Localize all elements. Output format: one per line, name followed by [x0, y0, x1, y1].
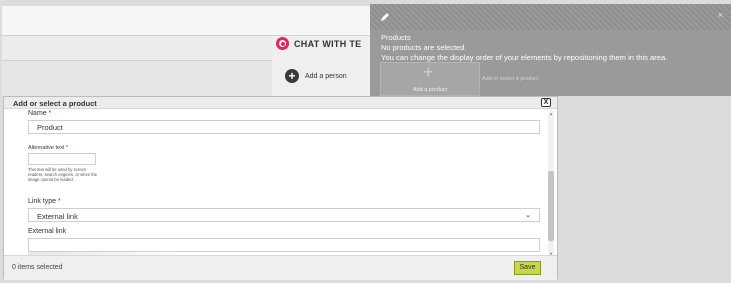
chat-header[interactable]: CHAT WITH TE: [276, 37, 361, 50]
add-or-select-link[interactable]: Add or select a product: [482, 76, 539, 82]
reorder-hint: You can change the display order of your…: [381, 53, 668, 62]
name-label-text: Name: [28, 110, 47, 117]
chevron-down-icon: ⌄: [525, 212, 531, 219]
required-marker: *: [48, 110, 52, 117]
required-marker: *: [65, 145, 69, 151]
product-dialog: Add or select a product X Name * Alterna…: [3, 96, 558, 280]
background-panel: [2, 60, 272, 96]
alt-text-label: Alternative text *: [28, 145, 68, 151]
background-topbar: [2, 6, 380, 36]
add-person-label: Add a person: [305, 72, 347, 80]
add-product-tile[interactable]: + Add a product: [380, 62, 480, 96]
link-type-label-text: Link type: [28, 198, 57, 205]
plus-icon: +: [423, 62, 434, 82]
add-product-label: Add a product: [412, 87, 448, 93]
required-marker: *: [57, 198, 61, 205]
chat-icon: [276, 37, 289, 50]
alt-label-text: Alternative text: [28, 145, 65, 151]
dialog-body: Name * Alternative text * This text will…: [4, 109, 549, 255]
products-heading: Products: [381, 33, 411, 42]
link-type-value: External link: [37, 212, 78, 221]
alt-text-help: This text will be used by screen readers…: [28, 167, 98, 182]
dialog-scrollbar[interactable]: ▲ ▼: [548, 111, 554, 256]
external-link-label: External link: [28, 228, 67, 235]
chat-title: CHAT WITH TE: [294, 38, 362, 49]
alt-text-input[interactable]: [28, 153, 96, 165]
products-panel: × Products No products are selected. You…: [370, 4, 731, 96]
dialog-close-button[interactable]: X: [541, 98, 551, 107]
name-field-label: Name *: [28, 110, 51, 117]
add-person-icon: +: [285, 69, 299, 83]
save-button[interactable]: Save: [514, 261, 541, 275]
link-type-select[interactable]: External link ⌄: [28, 208, 540, 222]
scroll-thumb[interactable]: [548, 171, 554, 241]
dialog-header: Add or select a product X: [4, 97, 557, 109]
items-selected-count: 0 items selected: [12, 264, 63, 271]
products-panel-header: ×: [370, 4, 731, 30]
add-person-button[interactable]: + Add a person: [285, 69, 347, 83]
no-products-text: No products are selected.: [381, 43, 467, 52]
scroll-up-icon[interactable]: ▲: [548, 111, 554, 116]
name-input[interactable]: [28, 120, 540, 134]
pencil-icon[interactable]: [380, 12, 390, 22]
link-type-label: Link type *: [28, 198, 61, 205]
dialog-title: Add or select a product: [13, 99, 97, 108]
close-icon[interactable]: ×: [718, 10, 723, 20]
dialog-footer: 0 items selected Save: [4, 255, 557, 280]
external-link-input[interactable]: [28, 238, 540, 252]
